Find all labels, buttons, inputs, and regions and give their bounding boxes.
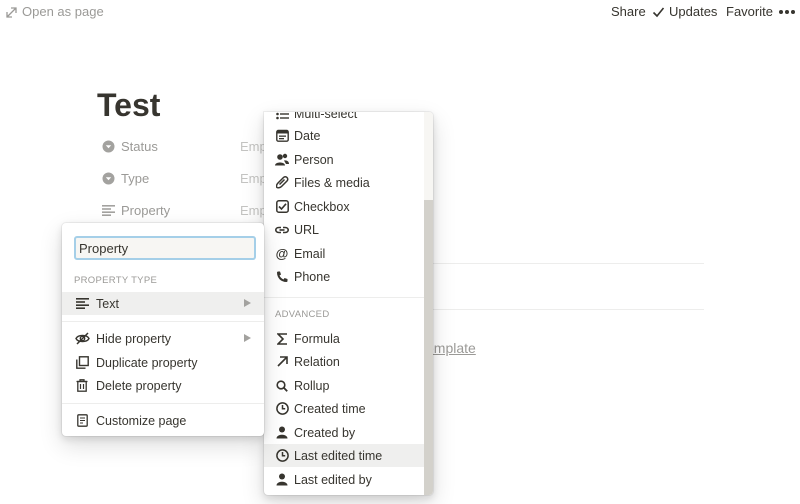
type-option-label: Created by — [294, 425, 356, 440]
type-option-person[interactable]: Person — [264, 148, 424, 171]
property-label: Type — [121, 170, 150, 186]
property-label: Status — [121, 138, 158, 154]
type-option-label: Multi-select — [294, 112, 358, 121]
text-lines-icon — [74, 296, 90, 312]
type-option-files-media[interactable]: Files & media — [264, 171, 424, 194]
type-option-last-edited-by[interactable]: Last edited by — [264, 468, 424, 491]
type-option-formula[interactable]: Formula — [264, 327, 424, 350]
hide-property-item[interactable]: Hide property — [62, 327, 264, 350]
property-type-value: Text — [96, 296, 119, 311]
checkmark-icon — [652, 6, 665, 18]
clock-icon — [275, 449, 289, 463]
text-lines-icon — [101, 203, 115, 217]
property-type-menu: Multi-select Date Person Files & media C… — [264, 112, 433, 495]
type-option-label: Last edited by — [294, 472, 372, 487]
advanced-section-label: ADVANCED — [275, 309, 330, 320]
property-value[interactable]: Emp — [240, 139, 267, 154]
type-option-label: Checkbox — [294, 199, 350, 214]
people-icon — [275, 153, 289, 167]
chevron-right-icon — [244, 334, 251, 342]
more-options-button[interactable] — [778, 4, 796, 20]
page-title[interactable]: Test — [97, 86, 160, 124]
favorite-button[interactable]: Favorite — [726, 4, 773, 20]
clock-icon — [275, 402, 289, 416]
ellipsis-icon — [778, 4, 796, 20]
person-icon — [275, 426, 289, 440]
list-icon — [275, 112, 289, 121]
checkbox-icon — [275, 200, 289, 214]
scrollbar-thumb[interactable] — [424, 200, 433, 495]
delete-property-item[interactable]: Delete property — [62, 374, 264, 397]
hide-property-label: Hide property — [96, 331, 172, 346]
template-link[interactable]: emplate — [426, 340, 476, 356]
type-option-created-by[interactable]: Created by — [264, 421, 424, 444]
type-option-label: Files & media — [294, 175, 370, 190]
property-name-input[interactable] — [74, 236, 256, 260]
person-icon — [275, 473, 289, 487]
property-row-type[interactable]: Type — [101, 168, 149, 188]
type-option-label: Relation — [294, 354, 340, 369]
type-option-last-edited-time[interactable]: Last edited time — [264, 444, 424, 467]
paperclip-icon — [275, 176, 289, 190]
type-option-label: Created time — [294, 401, 366, 416]
type-option-label: Phone — [294, 269, 331, 284]
eye-slash-icon — [74, 331, 90, 347]
divider — [264, 297, 424, 298]
property-value[interactable]: Emp — [240, 171, 267, 186]
type-option-label: URL — [294, 222, 320, 237]
duplicate-icon — [74, 355, 90, 371]
property-value[interactable]: Emp — [240, 203, 267, 218]
trash-icon — [74, 378, 90, 394]
type-option-phone[interactable]: Phone — [264, 265, 424, 288]
type-option-label: Last edited time — [294, 448, 383, 463]
type-option-label: Person — [294, 152, 334, 167]
duplicate-property-item[interactable]: Duplicate property — [62, 351, 264, 374]
property-type-selector[interactable]: Text — [62, 292, 264, 315]
type-option-checkbox[interactable]: Checkbox — [264, 195, 424, 218]
type-option-email[interactable]: @ Email — [264, 242, 424, 265]
property-row-property[interactable]: Property — [101, 200, 170, 220]
delete-property-label: Delete property — [96, 378, 182, 393]
expand-arrows-icon — [6, 6, 17, 18]
share-button[interactable]: Share — [611, 4, 646, 20]
divider — [62, 321, 264, 322]
type-option-label: Formula — [294, 331, 340, 346]
link-icon — [275, 223, 289, 237]
chevron-right-icon — [244, 299, 251, 307]
type-option-label: Date — [294, 128, 321, 143]
phone-icon — [275, 270, 289, 284]
type-option-created-time[interactable]: Created time — [264, 397, 424, 420]
property-type-section-label: PROPERTY TYPE — [74, 275, 158, 286]
customize-page-label: Customize page — [96, 413, 187, 428]
type-option-rollup[interactable]: Rollup — [264, 374, 424, 397]
type-option-relation[interactable]: Relation — [264, 350, 424, 373]
updates-button[interactable]: Updates — [652, 4, 717, 20]
type-option-url[interactable]: URL — [264, 218, 424, 241]
divider — [432, 263, 704, 264]
search-icon — [275, 379, 289, 393]
open-as-page-button[interactable]: Open as page — [6, 4, 104, 20]
divider — [62, 403, 264, 404]
page-icon — [74, 413, 90, 429]
property-label: Property — [121, 202, 171, 218]
duplicate-property-label: Duplicate property — [96, 355, 198, 370]
sigma-icon — [275, 332, 289, 346]
customize-page-item[interactable]: Customize page — [62, 409, 264, 432]
select-icon — [101, 171, 115, 185]
type-option-label: Rollup — [294, 378, 330, 393]
divider — [432, 309, 704, 310]
updates-label: Updates — [669, 4, 718, 19]
type-option-label: Email — [294, 246, 326, 261]
property-row-status[interactable]: Status — [101, 136, 158, 156]
select-icon — [101, 139, 115, 153]
open-as-page-label: Open as page — [22, 4, 104, 19]
calendar-icon — [275, 129, 289, 143]
arrow-up-right-icon — [275, 355, 289, 369]
property-settings-menu: PROPERTY TYPE Text Hide property Duplica… — [62, 223, 264, 436]
at-icon: @ — [275, 246, 289, 261]
type-option-date[interactable]: Date — [264, 124, 424, 147]
